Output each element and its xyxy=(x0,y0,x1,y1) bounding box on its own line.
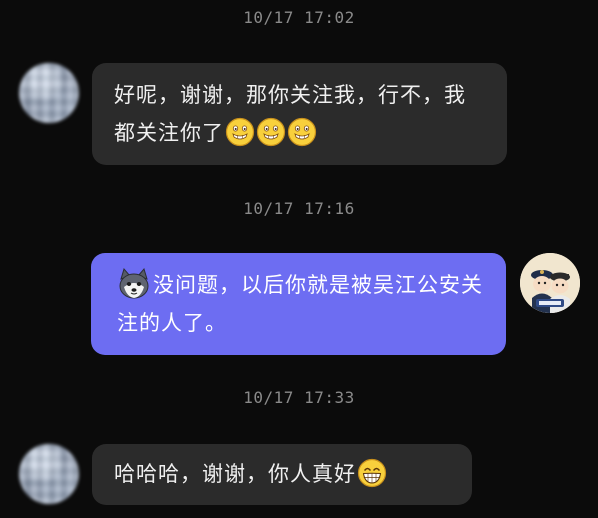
message-timestamp: 10/17 17:16 xyxy=(243,199,355,218)
grinning-face-emoji xyxy=(225,117,255,147)
police-cartoon-avatar-icon xyxy=(520,253,580,313)
sender-avatar[interactable] xyxy=(19,444,79,504)
sender-avatar[interactable] xyxy=(19,63,79,123)
message-bubble-incoming[interactable]: 哈哈哈，谢谢，你人真好 xyxy=(92,444,472,505)
self-avatar[interactable] xyxy=(520,253,580,313)
message-text: 没问题，以后你就是被吴江公安关注的人了。 xyxy=(117,273,483,335)
message-timestamp: 10/17 17:02 xyxy=(243,8,355,27)
message-timestamp: 10/17 17:33 xyxy=(243,388,355,407)
message-bubble-outgoing[interactable]: 没问题，以后你就是被吴江公安关注的人了。 xyxy=(91,253,506,355)
husky-dog-emoji xyxy=(119,267,149,299)
grinning-face-emoji xyxy=(287,117,317,147)
big-grin-emoji xyxy=(357,458,387,488)
grinning-face-emoji xyxy=(256,117,286,147)
message-bubble-incoming[interactable]: 好呢，谢谢，那你关注我，行不，我都关注你了 xyxy=(92,63,507,165)
message-text: 哈哈哈，谢谢，你人真好 xyxy=(114,462,356,486)
